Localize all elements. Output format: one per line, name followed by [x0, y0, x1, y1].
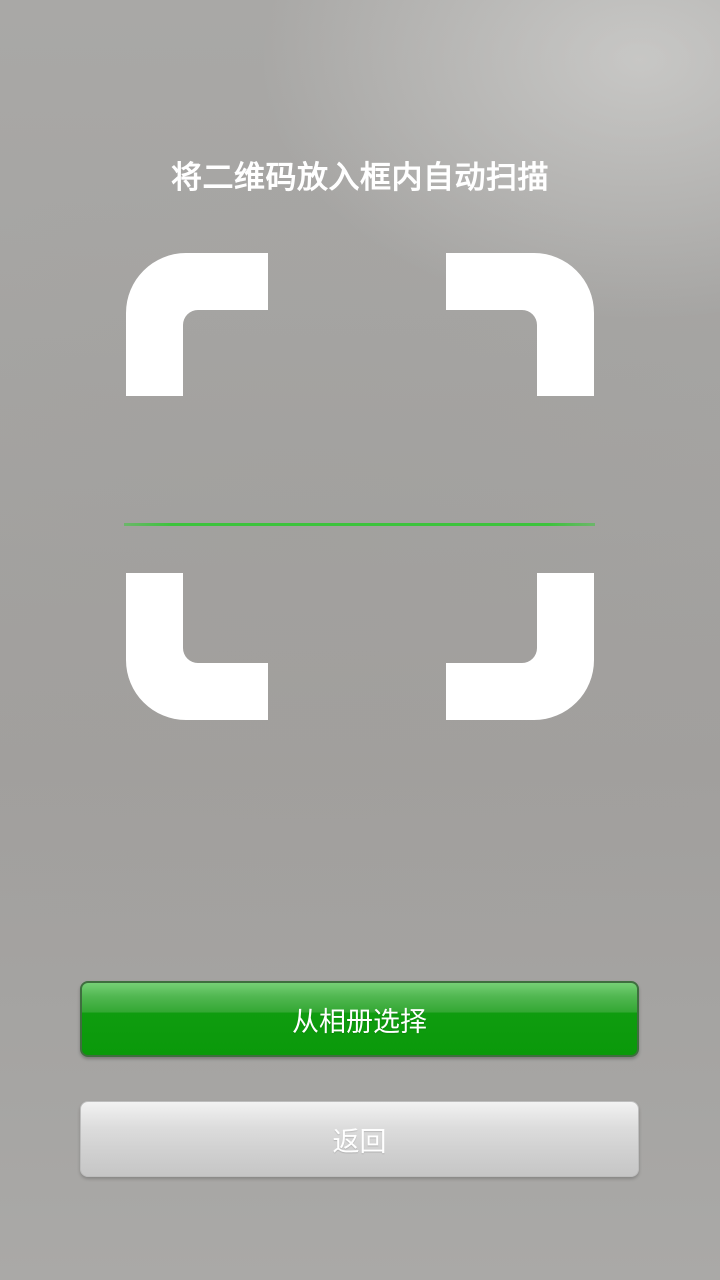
select-from-album-button[interactable]: 从相册选择: [80, 981, 639, 1057]
corner-top-left-icon: [126, 253, 268, 396]
scan-line: [124, 523, 595, 526]
back-label: 返回: [332, 1126, 387, 1158]
scan-instruction: 将二维码放入框内自动扫描: [171, 160, 549, 196]
corner-bottom-left-icon: [126, 573, 268, 720]
select-from-album-label: 从相册选择: [292, 1006, 427, 1038]
corner-bottom-right-icon: [446, 573, 594, 720]
camera-preview: 将二维码放入框内自动扫描 从相册选择 返回: [0, 0, 720, 1280]
back-button[interactable]: 返回: [80, 1101, 639, 1177]
corner-top-right-icon: [446, 253, 594, 396]
